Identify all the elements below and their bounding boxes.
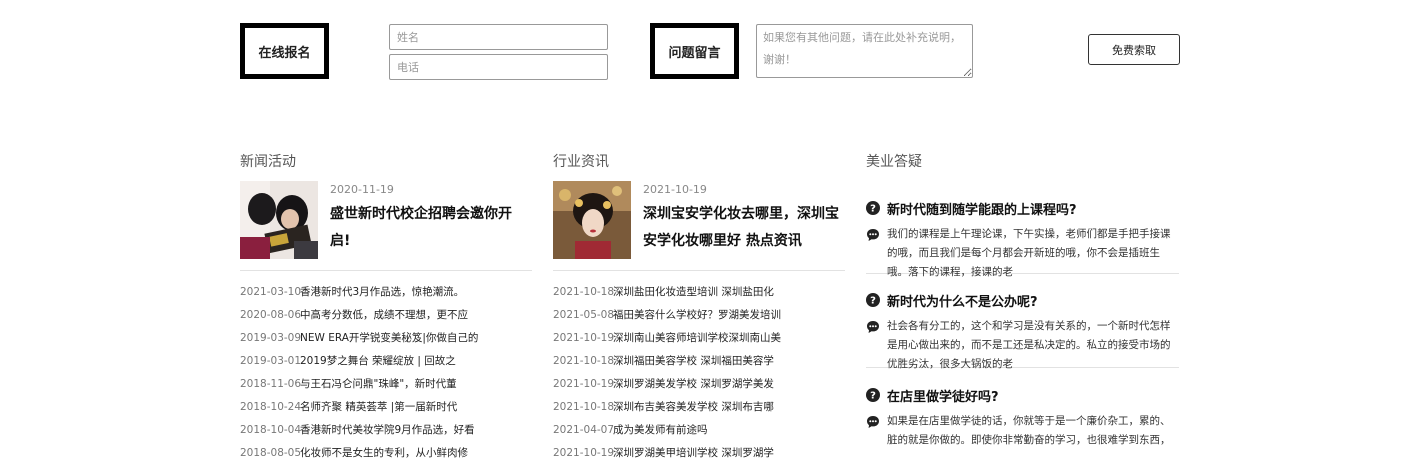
industry-featured-thumbnail[interactable]: [553, 181, 631, 259]
list-item[interactable]: 2018-11-06与王石冯仑问鼎"珠峰"，新时代董: [240, 373, 532, 396]
news-featured-date: 2020-11-19: [330, 183, 394, 196]
faq-item[interactable]: ? 在店里做学徒好吗? 如果是在店里做学徒的话，你就等于是一个廉价杂工，累的、脏…: [866, 382, 1179, 452]
industry-list: 2021-10-18深圳盐田化妆造型培训 深圳盐田化 2021-05-08福田美…: [553, 281, 845, 463]
list-item[interactable]: 2018-08-05化妆师不是女生的专利，从小鲜肉修: [240, 442, 532, 463]
faq-question[interactable]: 新时代随到随学能跟的上课程吗?: [887, 199, 1077, 218]
list-item[interactable]: 2021-05-08福田美容什么学校好？罗湖美发培训: [553, 304, 845, 327]
faq-question[interactable]: 新时代为什么不是公办呢?: [887, 291, 1038, 310]
phone-input[interactable]: [389, 54, 608, 80]
faq-item[interactable]: ? 新时代随到随学能跟的上课程吗? 我们的课程是上午理论课，下午实操，老师们都是…: [866, 195, 1179, 278]
faq-question[interactable]: 在店里做学徒好吗?: [887, 386, 999, 405]
news-section-title: 新闻活动: [240, 154, 296, 170]
news-featured-title[interactable]: 盛世新时代校企招聘会邀你开启!: [330, 201, 526, 255]
faq-answer: 如果是在店里做学徒的话，你就等于是一个廉价杂工，累的、脏的就是你做的。即使你非常…: [887, 415, 1171, 446]
news-featured-thumbnail[interactable]: [240, 181, 318, 259]
svg-text:?: ?: [870, 391, 876, 402]
faq-column: 美业答疑 ? 新时代随到随学能跟的上课程吗? 我们的课程是上午理论课，下午实操，…: [866, 151, 1179, 452]
signup-label-box: 在线报名: [240, 23, 329, 79]
industry-section-title: 行业资讯: [553, 154, 609, 170]
list-item[interactable]: 2021-04-07成为美发师有前途吗: [553, 419, 845, 442]
industry-featured-date: 2021-10-19: [643, 183, 707, 196]
news-featured[interactable]: 2020-11-19 盛世新时代校企招聘会邀你开启!: [240, 181, 532, 271]
list-item[interactable]: 2019-03-012019梦之舞台 荣耀绽放 | 回故之: [240, 350, 532, 373]
news-column: 新闻活动 2020-11-19 盛世新时代校企招聘会邀你开启! 2021-03-…: [240, 151, 532, 463]
question-circle-icon: ?: [866, 201, 880, 215]
free-request-button[interactable]: 免费索取: [1088, 34, 1180, 65]
industry-column: 行业资讯 2021-10-19 深圳宝安学化妆去哪里，深圳宝安学化妆哪里好 热点…: [553, 151, 845, 463]
list-item[interactable]: 2021-10-19深圳南山美容师培训学校深圳南山美: [553, 327, 845, 350]
question-circle-icon: ?: [866, 388, 880, 402]
message-label-box: 问题留言: [650, 23, 739, 79]
list-item[interactable]: 2021-10-18深圳盐田化妆造型培训 深圳盐田化: [553, 281, 845, 304]
faq-section-title: 美业答疑: [866, 154, 922, 170]
list-item[interactable]: 2021-10-19深圳罗湖美发学校 深圳罗湖学美发: [553, 373, 845, 396]
faq-answer: 我们的课程是上午理论课，下午实操，老师们都是手把手接课的哦，而且我们是每个月都会…: [887, 228, 1171, 278]
chat-bubble-icon: [867, 321, 879, 333]
list-item[interactable]: 2021-10-19深圳罗湖美甲培训学校 深圳罗湖学: [553, 442, 845, 463]
chat-bubble-icon: [867, 416, 879, 428]
question-circle-icon: ?: [866, 293, 880, 307]
list-item[interactable]: 2021-03-10香港新时代3月作品选，惊艳潮流。: [240, 281, 532, 304]
list-item[interactable]: 2021-10-18深圳福田美容学校 深圳福田美容学: [553, 350, 845, 373]
message-label: 问题留言: [668, 45, 721, 61]
signup-label: 在线报名: [258, 45, 311, 61]
industry-featured-title[interactable]: 深圳宝安学化妆去哪里，深圳宝安学化妆哪里好 热点资讯: [643, 201, 839, 255]
faq-item[interactable]: ? 新时代为什么不是公办呢? 社会各有分工的，这个和学习是没有关系的，一个新时代…: [866, 287, 1179, 370]
list-item[interactable]: 2018-10-24名师齐聚 精英荟萃 |第一届新时代: [240, 396, 532, 419]
message-textarea[interactable]: [756, 24, 973, 78]
list-item[interactable]: 2020-08-06中高考分数低，成绩不理想，更不应: [240, 304, 532, 327]
list-item[interactable]: 2021-10-18深圳布吉美容美发学校 深圳布吉哪: [553, 396, 845, 419]
list-item[interactable]: 2018-10-04香港新时代美妆学院9月作品选，好看: [240, 419, 532, 442]
news-list: 2021-03-10香港新时代3月作品选，惊艳潮流。 2020-08-06中高考…: [240, 281, 532, 463]
svg-text:?: ?: [870, 204, 876, 215]
faq-answer: 社会各有分工的，这个和学习是没有关系的，一个新时代怎样是用心做出来的，而不是工还…: [887, 320, 1171, 370]
svg-text:?: ?: [870, 296, 876, 307]
name-input[interactable]: [389, 24, 608, 50]
list-item[interactable]: 2019-03-09NEW ERA开学锐变美秘笈|你做自己的: [240, 327, 532, 350]
chat-bubble-icon: [867, 229, 879, 241]
industry-featured[interactable]: 2021-10-19 深圳宝安学化妆去哪里，深圳宝安学化妆哪里好 热点资讯: [553, 181, 845, 271]
